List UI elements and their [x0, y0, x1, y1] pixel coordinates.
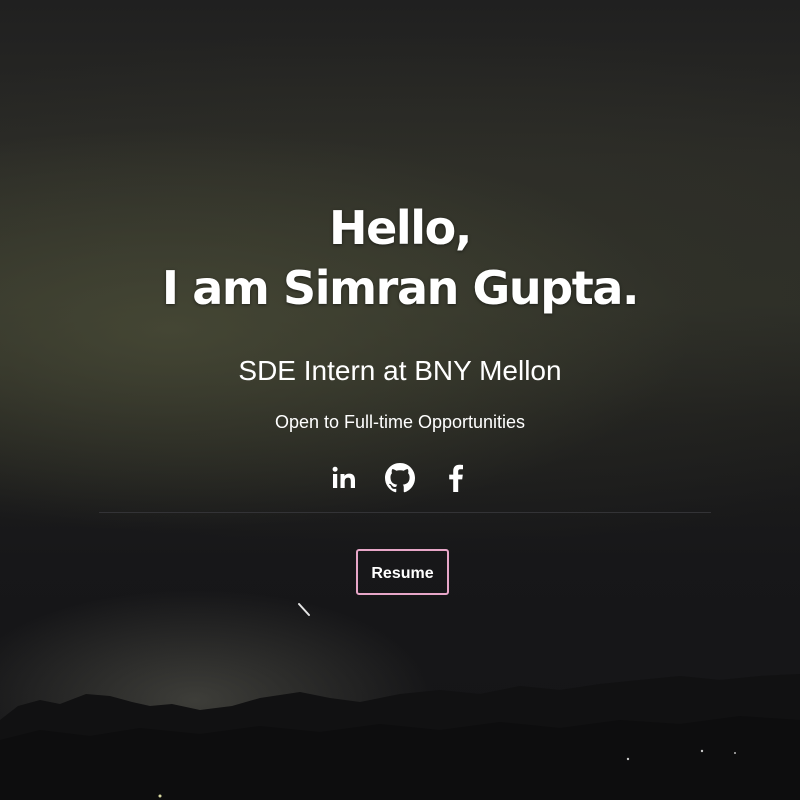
section-divider [99, 512, 711, 513]
facebook-link[interactable] [441, 463, 471, 493]
hero-heading: Hello, I am Simran Gupta. [0, 198, 800, 318]
linkedin-icon [332, 466, 355, 488]
github-icon [385, 463, 415, 493]
meteor-streak [298, 603, 310, 616]
role-subtitle: SDE Intern at BNY Mellon [238, 355, 562, 386]
name-text: I am Simran Gupta. [161, 261, 640, 315]
greeting-text: Hello, [329, 201, 472, 255]
linkedin-link[interactable] [329, 463, 359, 493]
resume-button[interactable]: Resume [356, 549, 449, 595]
facebook-icon [449, 464, 463, 492]
availability-status: Open to Full-time Opportunities [274, 412, 526, 432]
social-links [0, 461, 800, 495]
github-link[interactable] [385, 463, 415, 493]
